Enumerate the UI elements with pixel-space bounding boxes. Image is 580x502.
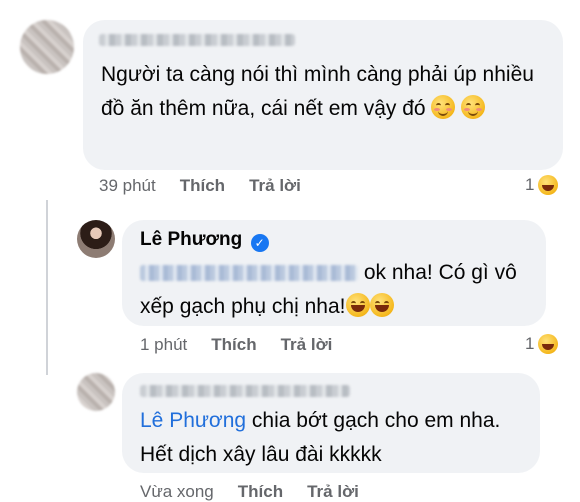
commenter-avatar[interactable] [77, 373, 115, 411]
comment-actions: 39 phút Thích Trả lời [99, 176, 301, 196]
smiling-face-icon [431, 95, 456, 119]
reply-text-line1: ok nha! Có gì vô [363, 261, 517, 284]
blurred-author-name [99, 34, 295, 46]
comment-bubble: Người ta càng nói thì mình càng phải úp … [83, 20, 563, 170]
reply-text-line2: Hết dịch xây lâu đài kkkkk [140, 443, 382, 466]
reaction-count: 1 [525, 175, 535, 194]
reply-bubble: Lê Phương chia bớt gạch cho em nha. Hết … [122, 373, 540, 473]
like-button[interactable]: Thích [211, 335, 256, 355]
like-button[interactable]: Thích [180, 176, 225, 196]
sweat-smile-icon [345, 293, 370, 317]
blurred-mention [140, 265, 358, 282]
mention-link[interactable]: Lê Phương [140, 409, 246, 432]
comment-time[interactable]: 39 phút [99, 176, 156, 196]
like-button[interactable]: Thích [238, 482, 283, 502]
reply-time[interactable]: Vừa xong [140, 482, 214, 502]
reaction-count: 1 [525, 334, 535, 353]
laughing-emoji-icon [369, 293, 394, 317]
author-row: Lê Phương ✓ [140, 229, 269, 252]
le-phuong-avatar[interactable] [77, 220, 115, 258]
reply-button[interactable]: Trả lời [307, 482, 359, 502]
reply-text: Lê Phương chia bớt gạch cho em nha. Hết … [140, 404, 535, 472]
reply-button[interactable]: Trả lời [281, 335, 333, 355]
reply-button[interactable]: Trả lời [249, 176, 301, 196]
commenter-avatar[interactable] [20, 20, 74, 74]
reply-text-line2: xếp gạch phụ chị nha! [140, 295, 346, 318]
reaction-summary[interactable]: 1 [525, 334, 559, 354]
thread-line [46, 200, 48, 375]
verified-badge-icon: ✓ [250, 234, 269, 252]
blurred-author-name [140, 385, 350, 397]
laughing-emoji-icon [538, 334, 559, 354]
reply-text: ok nha! Có gì vô xếp gạch phụ chị nha! [140, 256, 545, 324]
reply-time[interactable]: 1 phút [140, 335, 187, 355]
smiling-face-icon [461, 95, 486, 119]
author-name[interactable]: Lê Phương [140, 229, 242, 250]
reaction-summary[interactable]: 1 [525, 175, 559, 195]
reply-bubble: Lê Phương ✓ ok nha! Có gì vô xếp gạch ph… [122, 220, 546, 326]
laughing-emoji-icon [538, 175, 559, 195]
reply-actions: 1 phút Thích Trả lời [140, 335, 332, 355]
comment-text: Người ta càng nói thì mình càng phải úp … [101, 58, 556, 126]
reply-actions: Vừa xong Thích Trả lời [140, 482, 359, 502]
reply-text-line1: chia bớt gạch cho em nha. [251, 409, 501, 432]
